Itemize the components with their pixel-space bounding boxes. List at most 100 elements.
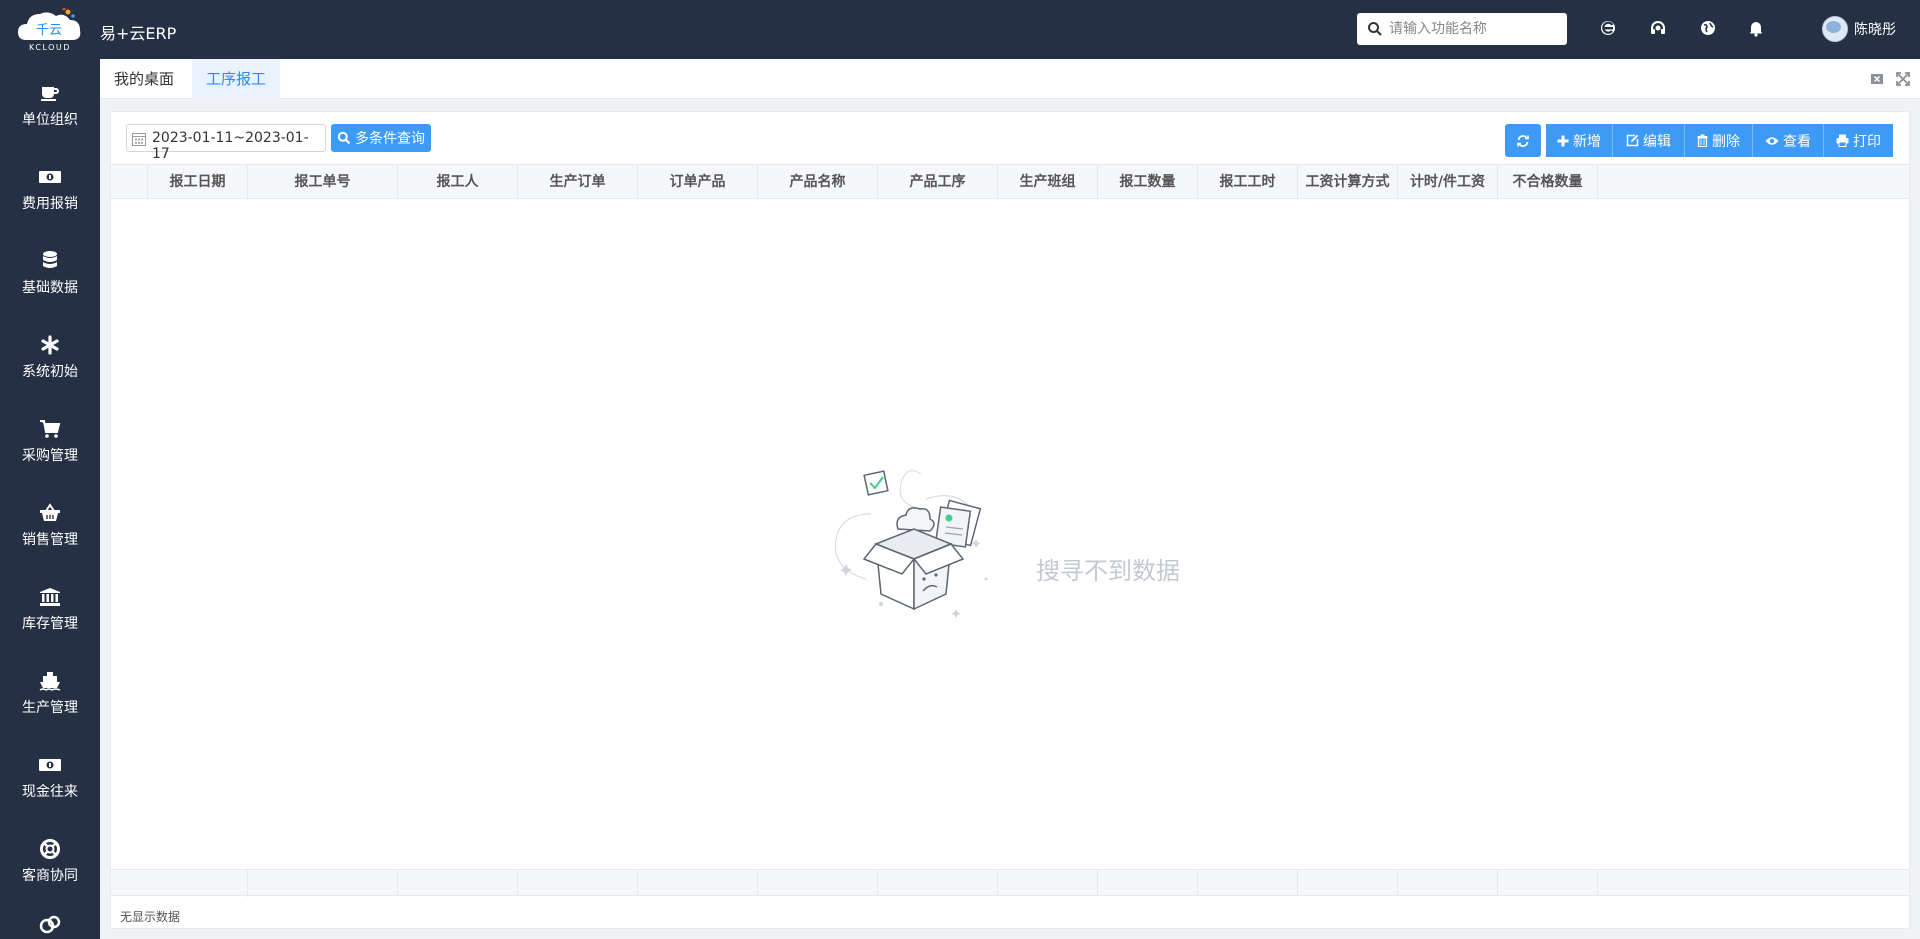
sidebar-item-inventory[interactable]: 库存管理 (0, 563, 100, 647)
table-footer (111, 869, 1909, 897)
view-label: 查看 (1783, 133, 1811, 150)
ie-icon[interactable] (1597, 17, 1619, 39)
footer-cell (758, 870, 878, 897)
refresh-button[interactable] (1505, 124, 1541, 157)
eye-icon (1765, 136, 1779, 145)
print-button[interactable]: 打印 (1824, 124, 1893, 157)
more-module-icon (38, 913, 62, 937)
top-bar: 千云 KCLOUD 易+云ERP 陈晓彤 (0, 0, 1920, 59)
plus-icon (1557, 135, 1569, 146)
sidebar-item-production[interactable]: 生产管理 (0, 647, 100, 731)
edit-icon (1626, 134, 1639, 147)
column-header[interactable]: 产品工序 (878, 165, 998, 200)
search-icon (337, 131, 351, 145)
logo-text: 千云 (36, 23, 62, 38)
date-range-value: 2023-01-11~2023-01-17 (152, 130, 309, 162)
sidebar-item-basic-data[interactable]: 基础数据 (0, 227, 100, 311)
footer-cell (398, 870, 518, 897)
user-menu[interactable]: 陈晓彤 (1822, 14, 1896, 44)
sidebar-item-sales[interactable]: 销售管理 (0, 479, 100, 563)
delete-button[interactable]: 删除 (1685, 124, 1753, 157)
footer-cell (878, 870, 998, 897)
calendar-icon (132, 133, 146, 146)
action-button-group: 新增 编辑 删除 查看 打印 (1546, 124, 1893, 157)
sidebar-item-org[interactable]: 单位组织 (0, 59, 100, 143)
function-search[interactable] (1357, 13, 1567, 45)
delete-label: 删除 (1712, 133, 1740, 150)
sidebar-item-purchase[interactable]: 采购管理 (0, 395, 100, 479)
column-header[interactable]: 报工单号 (248, 165, 398, 200)
bell-icon[interactable] (1745, 17, 1767, 39)
coffee-icon (38, 81, 62, 105)
add-button[interactable]: 新增 (1546, 124, 1613, 157)
avatar (1822, 16, 1848, 42)
column-header[interactable]: 报工工时 (1198, 165, 1298, 200)
footer-cell (1198, 870, 1298, 897)
headset-icon[interactable] (1647, 17, 1669, 39)
globe-icon[interactable] (1697, 17, 1719, 39)
fullscreen-icon[interactable] (1896, 72, 1910, 86)
row-select-column[interactable] (111, 165, 148, 200)
date-range-picker[interactable]: 2023-01-11~2023-01-17 (126, 124, 326, 162)
sidebar: 单位组织 费用报销 基础数据 系统初始 采购管理 销售管理 库存管理 生产管理 … (0, 59, 100, 939)
empty-box-illustration (834, 470, 988, 618)
lifebuoy-icon (38, 837, 62, 861)
sidebar-item-label: 销售管理 (22, 532, 78, 548)
sidebar-item-partner[interactable]: 客商协同 (0, 815, 100, 899)
multi-query-button[interactable]: 多条件查询 (331, 124, 431, 152)
refresh-icon (1517, 134, 1529, 147)
table-body-empty: 搜寻不到数据 (111, 199, 1909, 869)
basket-icon (38, 501, 62, 525)
print-icon (1836, 134, 1849, 147)
sidebar-item-label: 采购管理 (22, 448, 78, 464)
sidebar-item-label: 基础数据 (22, 280, 78, 296)
footer-cell (638, 870, 758, 897)
tab-my-desktop[interactable]: 我的桌面 (100, 59, 188, 99)
view-button[interactable]: 查看 (1753, 124, 1824, 157)
sidebar-item-expense[interactable]: 费用报销 (0, 143, 100, 227)
close-tab-icon[interactable] (1870, 72, 1884, 86)
search-input[interactable] (1389, 13, 1559, 45)
column-header[interactable]: 工资计算方式 (1298, 165, 1398, 200)
footer-cell (1398, 870, 1498, 897)
bank-icon (38, 585, 62, 609)
footer-cell (998, 870, 1098, 897)
app-logo[interactable]: 千云 KCLOUD (14, 6, 86, 52)
edit-button[interactable]: 编辑 (1613, 124, 1685, 157)
column-header[interactable]: 报工数量 (1098, 165, 1198, 200)
column-header[interactable]: 生产班组 (998, 165, 1098, 200)
footer-cell (518, 870, 638, 897)
sidebar-item-system-init[interactable]: 系统初始 (0, 311, 100, 395)
sidebar-item-cash[interactable]: 现金往来 (0, 731, 100, 815)
footer-cell (1098, 870, 1198, 897)
asterisk-icon (38, 333, 62, 357)
app-title: 易+云ERP (100, 24, 177, 43)
multi-query-label: 多条件查询 (355, 131, 425, 147)
footer-cell (1498, 870, 1598, 897)
tab-bar: 我的桌面 工序报工 (100, 59, 1920, 99)
sidebar-item-label: 现金往来 (22, 784, 78, 800)
tab-process-report[interactable]: 工序报工 (192, 59, 281, 99)
column-header[interactable]: 订单产品 (638, 165, 758, 200)
column-header[interactable]: 不合格数量 (1498, 165, 1598, 200)
content-panel: 2023-01-11~2023-01-17 多条件查询 新增 编辑 删除 查看 … (110, 111, 1910, 929)
footer-cell (111, 870, 248, 897)
column-header[interactable]: 产品名称 (758, 165, 878, 200)
empty-message: 搜寻不到数据 (1036, 557, 1180, 585)
cart-icon (38, 417, 62, 441)
sidebar-item-label: 系统初始 (22, 364, 78, 380)
print-label: 打印 (1853, 133, 1881, 150)
column-header[interactable]: 报工日期 (148, 165, 248, 200)
table-header: 报工日期 报工单号 报工人 生产订单 订单产品 产品名称 产品工序 生产班组 报… (111, 164, 1909, 200)
add-label: 新增 (1573, 133, 1601, 150)
sidebar-item-label: 客商协同 (22, 868, 78, 884)
footer-cell (248, 870, 398, 897)
status-text: 无显示数据 (120, 910, 181, 924)
column-header[interactable]: 报工人 (398, 165, 518, 200)
database-icon (38, 249, 62, 273)
column-header[interactable]: 生产订单 (518, 165, 638, 200)
sidebar-item-more[interactable] (0, 899, 100, 939)
column-header[interactable]: 计时/件工资 (1398, 165, 1498, 200)
sidebar-item-label: 单位组织 (22, 112, 78, 128)
sidebar-item-label: 生产管理 (22, 700, 78, 716)
